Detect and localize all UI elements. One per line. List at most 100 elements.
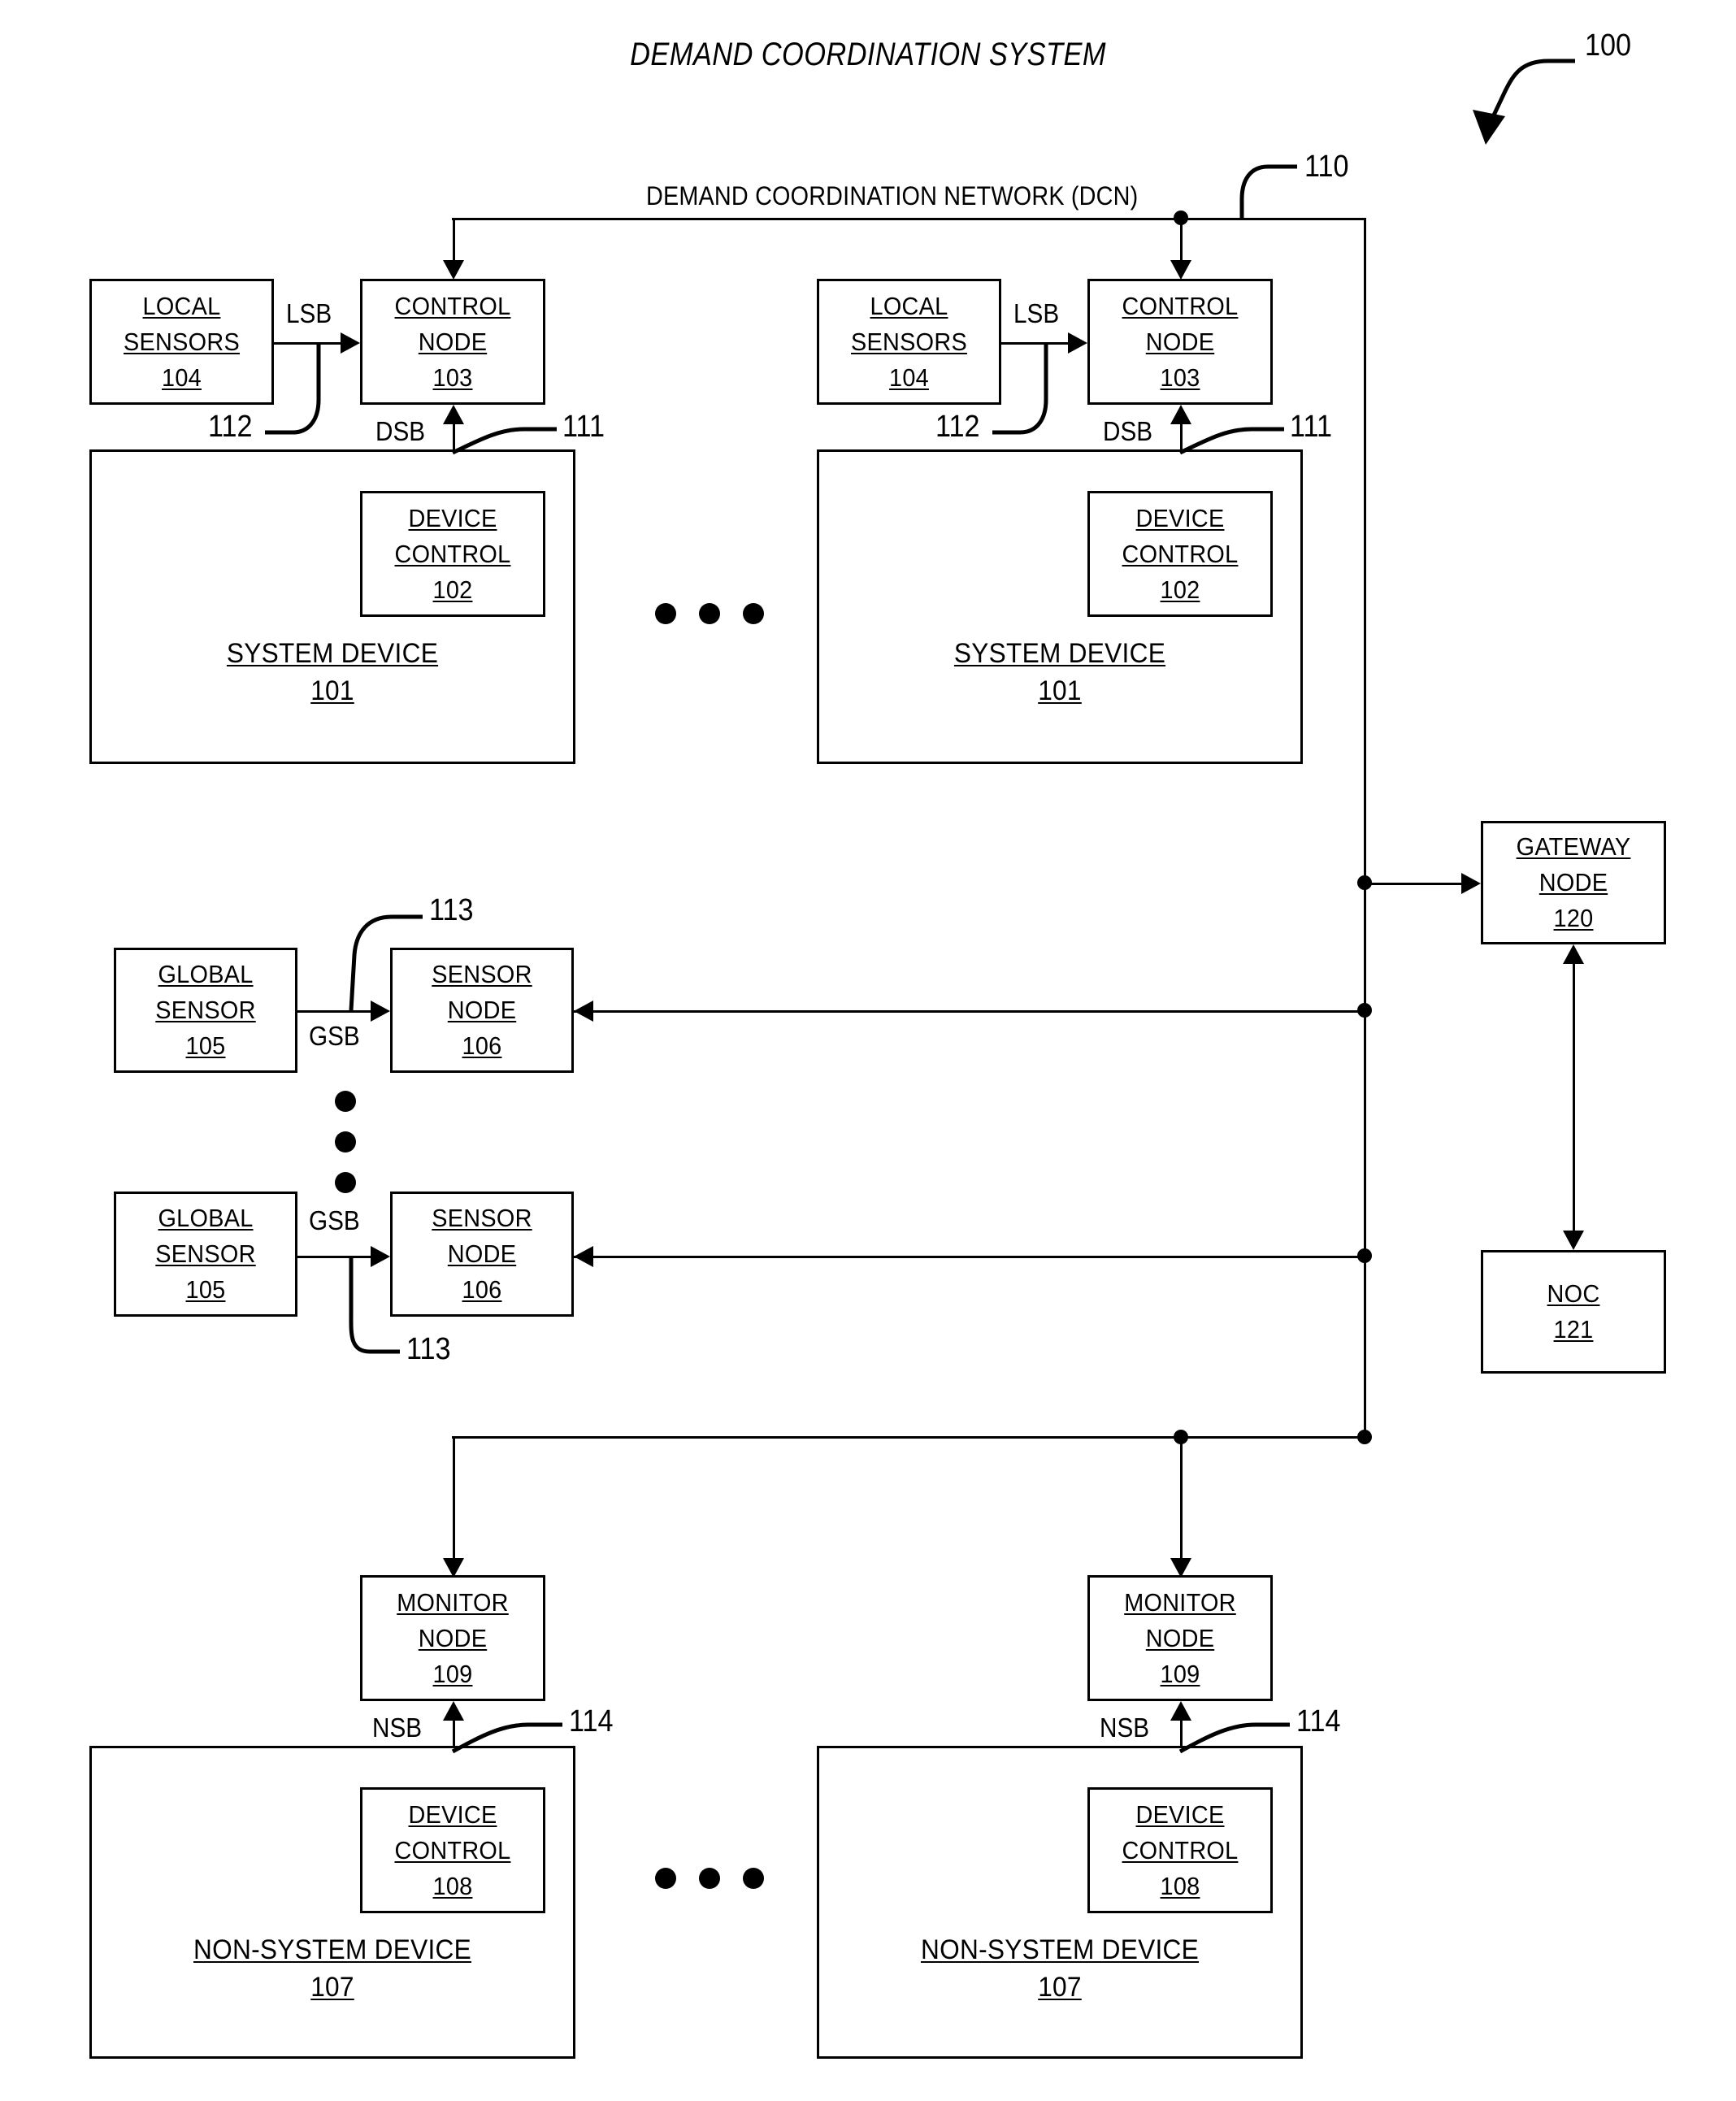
monitor-node-label-stack-right: MONITOR NODE 109 (1090, 1585, 1270, 1692)
nonsystem-device-control-line2-left: CONTROL (394, 1835, 511, 1864)
system-device-num-left: 101 (310, 675, 354, 706)
sensor-node-line1-1: SENSOR (432, 960, 532, 988)
lsb-label-left: LSB (286, 298, 332, 328)
spine-junction-dot-sensornode-1 (1357, 1003, 1372, 1018)
bottom-bus-junction-dot-right (1174, 1430, 1188, 1444)
nonsystem-device-control-label-stack-right: DEVICE CONTROL 108 (1090, 1797, 1270, 1904)
monitor-node-line2-right: NODE (1145, 1623, 1215, 1652)
lsb-arrowhead-right (1068, 332, 1087, 354)
leader-110 (1239, 164, 1297, 218)
device-control-line2-left: CONTROL (394, 539, 511, 568)
control-node-line1-left: CONTROL (394, 291, 511, 320)
sensor-node-line2-2: NODE (447, 1239, 517, 1268)
dcn-network-label: DEMAND COORDINATION NETWORK (DCN) (646, 181, 1139, 211)
device-control-num-right: 102 (1160, 575, 1200, 604)
sensor-node-box-2[interactable]: SENSOR NODE 106 (390, 1192, 574, 1317)
sensor-node-num-2: 106 (462, 1275, 502, 1304)
bottom-bus-drop-right (1180, 1436, 1183, 1562)
system-device-line1-right: SYSTEM DEVICE (953, 638, 1166, 669)
dcn-drop-left (453, 218, 455, 264)
control-node-box-right[interactable]: CONTROL NODE 103 (1087, 279, 1273, 405)
nonsystem-device-num-left: 107 (310, 1972, 354, 2003)
device-control-box-left[interactable]: DEVICE CONTROL 102 (360, 491, 545, 617)
global-sensor-num-1: 105 (185, 1031, 226, 1060)
noc-label-stack: NOC 121 (1483, 1276, 1664, 1348)
device-control-box-right[interactable]: DEVICE CONTROL 102 (1087, 491, 1273, 617)
local-sensors-num-right: 104 (889, 362, 929, 392)
local-sensors-line1-left: LOCAL (142, 291, 221, 320)
local-sensors-line2-right: SENSORS (851, 327, 967, 356)
spine-junction-dot-bottom-bus (1357, 1430, 1372, 1444)
spine-junction-dot-gateway (1357, 875, 1372, 890)
local-sensors-box-right[interactable]: LOCAL SENSORS 104 (817, 279, 1001, 405)
nsb-ref-114-left: 114 (569, 1704, 614, 1739)
sensor-node-num-1: 106 (462, 1031, 502, 1060)
dcn-drop-left-arrowhead (443, 260, 464, 280)
global-sensor-label-stack-1: GLOBAL SENSOR 105 (116, 957, 295, 1064)
global-sensor-box-2[interactable]: GLOBAL SENSOR 105 (114, 1192, 297, 1317)
monitor-node-line1-left: MONITOR (397, 1587, 509, 1617)
monitor-node-num-left: 109 (432, 1659, 473, 1688)
local-sensors-box-left[interactable]: LOCAL SENSORS 104 (89, 279, 274, 405)
sensor-node-box-1[interactable]: SENSOR NODE 106 (390, 948, 574, 1073)
gsb-label-1: GSB (309, 1021, 360, 1051)
noc-box[interactable]: NOC 121 (1481, 1250, 1666, 1374)
dsb-arrowhead-up-left (443, 405, 464, 424)
gsb-arrowhead-2 (371, 1246, 390, 1267)
nonsystem-device-label-stack-right: NON-SYSTEM DEVICE 107 (819, 1931, 1300, 2006)
gateway-noc-arrowhead-down (1563, 1231, 1584, 1250)
global-sensor-line2-2: SENSOR (155, 1239, 256, 1268)
monitor-node-line1-right: MONITOR (1124, 1587, 1236, 1617)
control-node-line2-right: NODE (1145, 327, 1215, 356)
dsb-label-right: DSB (1103, 416, 1153, 446)
lsb-ref-112-left: 112 (208, 410, 253, 444)
figure-title: DEMAND COORDINATION SYSTEM (630, 37, 1106, 72)
gateway-node-num: 120 (1553, 904, 1594, 932)
global-sensor-box-1[interactable]: GLOBAL SENSOR 105 (114, 948, 297, 1073)
monitor-node-box-left[interactable]: MONITOR NODE 109 (360, 1575, 545, 1701)
nonsystem-device-num-right: 107 (1038, 1972, 1082, 2003)
nonsystem-device-control-num-left: 108 (432, 1871, 473, 1900)
nsb-arrowhead-up-left (443, 1701, 464, 1721)
global-sensor-num-2: 105 (185, 1275, 226, 1304)
device-control-line1-left: DEVICE (408, 503, 497, 532)
monitor-node-box-right[interactable]: MONITOR NODE 109 (1087, 1575, 1273, 1701)
device-control-label-stack-left: DEVICE CONTROL 102 (362, 501, 543, 608)
dsb-arrowhead-up-right (1170, 405, 1191, 424)
sensor-node-line2-1: NODE (447, 996, 517, 1024)
gateway-node-label-stack: GATEWAY NODE 120 (1483, 829, 1664, 936)
nonsystem-device-control-box-left[interactable]: DEVICE CONTROL 108 (360, 1787, 545, 1913)
gateway-node-box[interactable]: GATEWAY NODE 120 (1481, 821, 1666, 944)
global-sensor-line1-2: GLOBAL (158, 1204, 254, 1232)
nsb-arrowhead-up-right (1170, 1701, 1191, 1721)
noc-num: 121 (1553, 1315, 1594, 1344)
lsb-label-right: LSB (1013, 298, 1060, 328)
device-control-label-stack-right: DEVICE CONTROL 102 (1090, 501, 1270, 608)
global-sensor-line1-1: GLOBAL (158, 960, 254, 988)
gateway-node-line2: NODE (1539, 868, 1608, 896)
patent-figure-canvas: DEMAND COORDINATION SYSTEM 100 DEMAND CO… (0, 0, 1736, 2101)
system-device-ellipsis (655, 603, 764, 624)
nonsystem-device-ellipsis (655, 1868, 764, 1889)
control-node-box-left[interactable]: CONTROL NODE 103 (360, 279, 545, 405)
nonsystem-device-control-box-right[interactable]: DEVICE CONTROL 108 (1087, 1787, 1273, 1913)
device-control-line2-right: CONTROL (1122, 539, 1239, 568)
dcn-ref-110: 110 (1304, 150, 1349, 184)
device-control-line1-right: DEVICE (1135, 503, 1225, 532)
sensor-node-line1-2: SENSOR (432, 1204, 532, 1232)
gsb-line-1 (297, 1010, 371, 1013)
control-node-num-left: 103 (432, 362, 473, 392)
lsb-line-left (274, 342, 341, 345)
lsb-arrowhead-left (341, 332, 360, 354)
spine-to-gateway-line (1364, 883, 1461, 885)
control-node-label-stack-left: CONTROL NODE 103 (362, 289, 543, 396)
gsb-line-2 (297, 1256, 371, 1258)
spine-to-sensornode-line-1 (574, 1010, 1364, 1013)
dsb-label-left: DSB (375, 416, 426, 446)
lsb-ref-112-right: 112 (935, 410, 980, 444)
gsb-label-2: GSB (309, 1205, 360, 1235)
local-sensors-label-stack-left: LOCAL SENSORS 104 (92, 289, 271, 396)
control-node-num-right: 103 (1160, 362, 1200, 392)
nonsystem-device-line1-right: NON-SYSTEM DEVICE (920, 1934, 1200, 1965)
nonsystem-device-control-label-stack-left: DEVICE CONTROL 108 (362, 1797, 543, 1904)
